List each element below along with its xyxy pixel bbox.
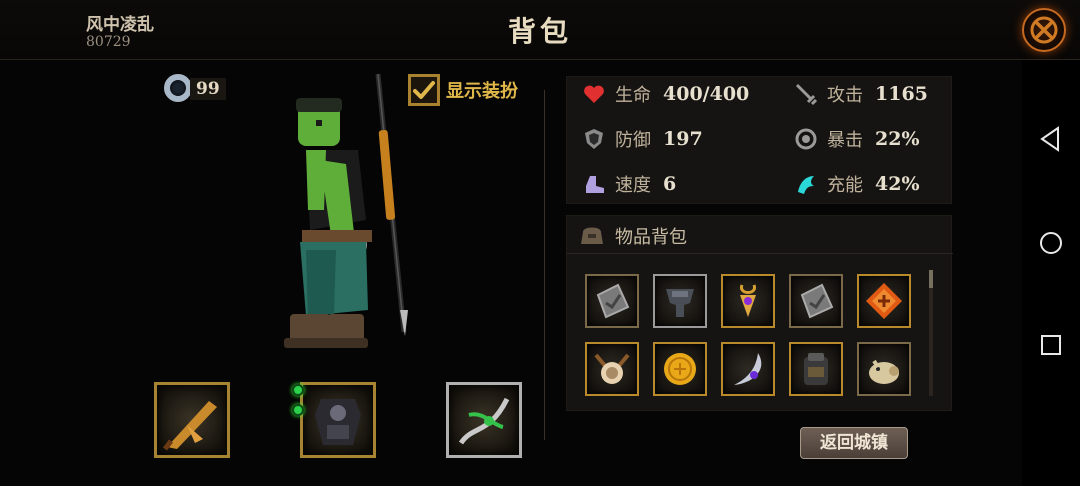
stat-defense: 防御 197 — [581, 124, 703, 154]
inventory-header: 物品背包 — [567, 216, 953, 254]
scroll-thumb[interactable] — [929, 270, 933, 288]
inventory-item[interactable] — [585, 342, 639, 396]
stat-value: 6 — [663, 173, 677, 195]
close-button[interactable] — [1022, 8, 1066, 52]
equip-slot-accessory[interactable] — [446, 382, 522, 458]
gem-socket-icon — [292, 384, 304, 396]
sword-icon — [793, 81, 819, 107]
inventory-item[interactable] — [857, 342, 911, 396]
inventory-item[interactable] — [721, 274, 775, 328]
inventory-item[interactable] — [585, 274, 639, 328]
bag-icon — [579, 224, 605, 250]
inventory-item[interactable] — [789, 274, 843, 328]
stat-label: 生命 — [615, 85, 651, 106]
stat-label: 攻击 — [827, 85, 863, 106]
inventory-item[interactable] — [653, 342, 707, 396]
nav-back-button[interactable] — [1036, 124, 1066, 154]
stone-tablet-icon — [596, 283, 630, 319]
inventory-scrollbar[interactable] — [929, 270, 933, 396]
currency-counter: 99 — [164, 74, 226, 104]
page-title: 背包 — [507, 15, 572, 48]
charge-icon — [793, 171, 819, 197]
horn-mask-icon — [594, 353, 630, 384]
armor-gem-sockets — [292, 384, 304, 424]
panel-divider — [544, 90, 545, 440]
heart-icon — [581, 81, 607, 107]
stat-label: 充能 — [827, 175, 863, 196]
stat-value: 22% — [875, 128, 920, 150]
stat-hp: 生命 400/400 — [581, 79, 749, 109]
stat-charge: 充能 42% — [793, 169, 920, 199]
home-icon — [1040, 232, 1062, 254]
equip-slot-weapon[interactable] — [154, 382, 230, 458]
stat-value: 197 — [663, 128, 703, 150]
accessory-vine-icon — [458, 397, 510, 445]
currency-amount: 99 — [190, 78, 226, 100]
recents-icon — [1041, 335, 1061, 355]
armor-icon — [315, 399, 361, 445]
claw-blade-icon — [734, 353, 762, 385]
shield-icon — [581, 126, 607, 152]
inventory-item[interactable] — [721, 342, 775, 396]
close-icon — [1030, 16, 1058, 44]
return-to-town-button[interactable]: 返回城镇 — [800, 427, 908, 459]
stat-value: 400/400 — [663, 83, 750, 105]
nav-home-button[interactable] — [1036, 228, 1066, 258]
stat-value: 1165 — [875, 83, 928, 105]
inventory-item[interactable] — [653, 274, 707, 328]
helmet-icon — [666, 289, 694, 317]
stats-panel: 生命 400/400 攻击 1165 防御 197 暴击 22% 速度 6 充能 — [566, 76, 952, 204]
top-bar: 风中凌乱 80729 背包 — [0, 0, 1080, 60]
crit-icon — [793, 126, 819, 152]
fire-rune-icon — [866, 283, 902, 319]
backpack-armor-icon — [804, 353, 828, 385]
stat-label: 防御 — [615, 130, 651, 151]
stone-tablet-icon — [800, 283, 834, 319]
stat-speed: 速度 6 — [581, 169, 676, 199]
nav-recents-button[interactable] — [1036, 330, 1066, 360]
inventory-item[interactable] — [789, 342, 843, 396]
inventory-panel: 物品背包 — [566, 215, 953, 411]
back-icon — [1040, 126, 1059, 152]
equip-slot-armor[interactable] — [300, 382, 376, 458]
amulet-icon — [740, 284, 756, 317]
boot-icon — [581, 171, 607, 197]
stat-crit: 暴击 22% — [793, 124, 920, 154]
stat-value: 42% — [875, 173, 920, 195]
inventory-title: 物品背包 — [615, 227, 687, 248]
inventory-item[interactable] — [857, 274, 911, 328]
stat-label: 暴击 — [827, 130, 863, 151]
stat-attack: 攻击 1165 — [793, 79, 928, 109]
ring-icon — [164, 74, 192, 102]
character-preview — [276, 70, 426, 370]
outfit-label: 显示装扮 — [446, 81, 518, 102]
system-nav-bar — [1022, 60, 1080, 486]
weapon-blade-icon — [163, 401, 217, 451]
gem-socket-icon — [292, 404, 304, 416]
gold-coin-icon — [664, 353, 696, 385]
pig-pet-icon — [869, 359, 899, 384]
stat-label: 速度 — [615, 175, 651, 196]
